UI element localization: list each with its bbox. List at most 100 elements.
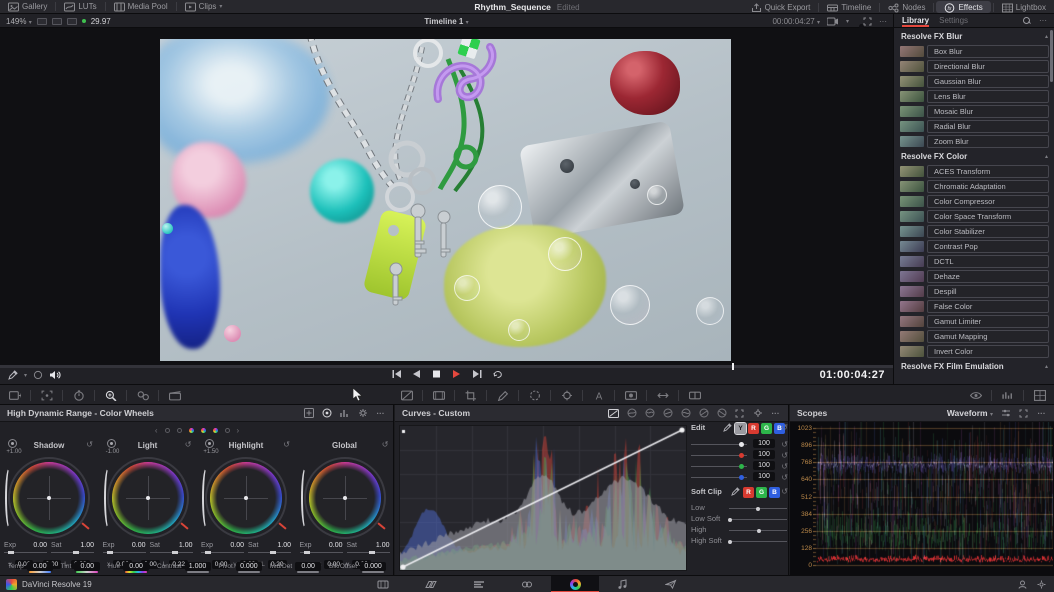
page-fusion[interactable] bbox=[503, 576, 551, 592]
pen-icon[interactable] bbox=[496, 389, 509, 402]
softclip-reset-icon[interactable]: ↺ bbox=[781, 487, 788, 496]
palette-dot-3[interactable] bbox=[201, 428, 206, 433]
effect-item-dehaze[interactable]: Dehaze bbox=[900, 270, 1049, 283]
curve-editor[interactable] bbox=[399, 425, 687, 571]
effect-item-color-compressor[interactable]: Color Compressor bbox=[900, 195, 1049, 208]
slider-reset-icon[interactable]: ↺ bbox=[781, 440, 788, 449]
effect-item-false-color[interactable]: False Color bbox=[900, 300, 1049, 313]
stopwatch-icon[interactable] bbox=[72, 389, 85, 402]
palette-dot-0[interactable] bbox=[165, 428, 170, 433]
effect-item-contrast-pop[interactable]: Contrast Pop bbox=[900, 240, 1049, 253]
slider-reset-icon[interactable]: ↺ bbox=[781, 451, 788, 460]
channel-gain-value[interactable]: 100 bbox=[753, 461, 775, 470]
curve-custom-icon[interactable] bbox=[608, 408, 619, 419]
palette-dot-1[interactable] bbox=[177, 428, 182, 433]
topbar-button-clips[interactable]: Clips▾ bbox=[177, 0, 231, 13]
curve-channel-G[interactable]: G bbox=[761, 423, 772, 434]
softclip-channel-R[interactable]: R bbox=[743, 487, 754, 498]
effect-item-zoom-blur[interactable]: Zoom Blur bbox=[900, 135, 1049, 148]
effect-item-radial-blur[interactable]: Radial Blur bbox=[900, 120, 1049, 133]
page-fairlight[interactable] bbox=[599, 576, 647, 592]
effect-item-despill[interactable]: Despill bbox=[900, 285, 1049, 298]
play-button[interactable] bbox=[452, 369, 462, 379]
hdr-more-icon[interactable]: ··· bbox=[375, 408, 386, 419]
page-color[interactable] bbox=[551, 576, 599, 592]
library-more-icon[interactable]: ··· bbox=[1039, 16, 1047, 25]
effect-item-color-stabilizer[interactable]: Color Stabilizer bbox=[900, 225, 1049, 238]
viewer-scrub-bar[interactable] bbox=[0, 365, 893, 368]
expand-viewer-icon[interactable] bbox=[863, 17, 872, 26]
softclip-slider-low-soft[interactable]: Low Soft bbox=[691, 514, 789, 524]
crop-icon[interactable] bbox=[464, 389, 477, 402]
library-section-header[interactable]: Resolve FX Blur▴ bbox=[894, 30, 1054, 43]
page-cut[interactable] bbox=[407, 576, 455, 592]
graph-view-icon[interactable] bbox=[339, 408, 350, 419]
film-icon[interactable] bbox=[432, 389, 445, 402]
loop-button[interactable] bbox=[492, 369, 502, 379]
keyer-icon[interactable] bbox=[624, 389, 637, 402]
clip-timecode[interactable]: 00:00:04:27 ▾ bbox=[772, 17, 820, 26]
first-frame-button[interactable] bbox=[392, 369, 402, 379]
image-disable-icon[interactable] bbox=[400, 389, 413, 402]
palette-prev-arrow[interactable]: ‹ bbox=[155, 426, 158, 435]
field-value[interactable]: 1.000 bbox=[185, 562, 211, 571]
curves-settings-icon[interactable] bbox=[752, 408, 763, 419]
curve-hue-sat-icon[interactable] bbox=[644, 408, 655, 419]
window-icon[interactable] bbox=[528, 389, 541, 402]
color-wheel-light[interactable] bbox=[107, 457, 189, 539]
effect-item-gamut-mapping[interactable]: Gamut Mapping bbox=[900, 330, 1049, 343]
effect-item-invert-color[interactable]: Invert Color bbox=[900, 345, 1049, 358]
topbar-button-effects[interactable]: fxEffects bbox=[936, 1, 990, 13]
wheel-reset-icon[interactable]: ↺ bbox=[185, 440, 192, 449]
page-deliver[interactable] bbox=[647, 576, 695, 592]
curve-sat-sat-icon[interactable] bbox=[698, 408, 709, 419]
color-wheel-global[interactable] bbox=[304, 457, 386, 539]
channel-gain-slider[interactable]: 100 ↺ bbox=[691, 461, 789, 471]
curves-expand-icon[interactable] bbox=[734, 408, 745, 419]
topbar-button-luts[interactable]: LUTs bbox=[56, 0, 104, 13]
field-value[interactable]: 0.00 bbox=[295, 562, 321, 571]
color-wheel-shadow[interactable] bbox=[8, 457, 90, 539]
hdr-settings-icon[interactable] bbox=[357, 408, 368, 419]
effect-item-color-space-transform[interactable]: Color Space Transform bbox=[900, 210, 1049, 223]
search-icon[interactable] bbox=[1023, 17, 1031, 25]
palette-dot-2[interactable] bbox=[189, 428, 194, 433]
field-value[interactable]: 0.000 bbox=[360, 562, 386, 571]
play-reverse-button[interactable] bbox=[412, 369, 422, 379]
topbar-button-nodes[interactable]: Nodes bbox=[880, 0, 933, 14]
text-icon[interactable]: A bbox=[592, 389, 605, 402]
page-edit[interactable] bbox=[455, 576, 503, 592]
effect-item-box-blur[interactable]: Box Blur bbox=[900, 45, 1049, 58]
collapse-section-icon[interactable]: ▴ bbox=[1045, 363, 1048, 370]
last-frame-button[interactable] bbox=[472, 369, 482, 379]
channel-gain-slider[interactable]: 100↺ bbox=[691, 472, 789, 482]
softclip-channel-B[interactable]: B bbox=[769, 487, 780, 498]
wheel-mode-icon[interactable] bbox=[321, 408, 332, 419]
topbar-button-timeline[interactable]: Timeline bbox=[819, 0, 879, 14]
wheel-center-handle[interactable] bbox=[343, 496, 347, 500]
library-section-header[interactable]: Resolve FX Color▴ bbox=[894, 150, 1054, 163]
topbar-button-quick-export[interactable]: Quick Export bbox=[743, 0, 819, 14]
slider-reset-icon[interactable]: ↺ bbox=[781, 462, 788, 471]
tracker-icon[interactable] bbox=[560, 389, 573, 402]
tab-library[interactable]: Library bbox=[902, 14, 929, 27]
softclip-eyedropper-icon[interactable] bbox=[731, 487, 740, 496]
add-wheel-icon[interactable] bbox=[303, 408, 314, 419]
effect-item-mosaic-blur[interactable]: Mosaic Blur bbox=[900, 105, 1049, 118]
eye-icon[interactable] bbox=[969, 389, 982, 402]
library-scrollbar[interactable] bbox=[1050, 30, 1053, 82]
curve-channel-Y[interactable]: Y bbox=[735, 423, 746, 434]
wheels-icon[interactable] bbox=[136, 389, 149, 402]
curve-sat-lum-icon[interactable] bbox=[716, 408, 727, 419]
collapse-section-icon[interactable]: ▴ bbox=[1045, 33, 1048, 40]
settings-icon[interactable] bbox=[1037, 580, 1046, 589]
topbar-button-lightbox[interactable]: Lightbox bbox=[994, 0, 1054, 14]
library-section-header[interactable]: Resolve FX Film Emulation▴ bbox=[894, 360, 1054, 373]
effect-item-gamut-limiter[interactable]: Gamut Limiter bbox=[900, 315, 1049, 328]
collapse-section-icon[interactable]: ▴ bbox=[1045, 153, 1048, 160]
stereo-icon[interactable] bbox=[688, 389, 701, 402]
palette-next-arrow[interactable]: › bbox=[237, 426, 240, 435]
curve-hue-hue-icon[interactable] bbox=[626, 408, 637, 419]
edit-reset-icon[interactable]: ↺ bbox=[781, 423, 788, 432]
scope-more-icon[interactable]: ··· bbox=[1036, 408, 1047, 419]
